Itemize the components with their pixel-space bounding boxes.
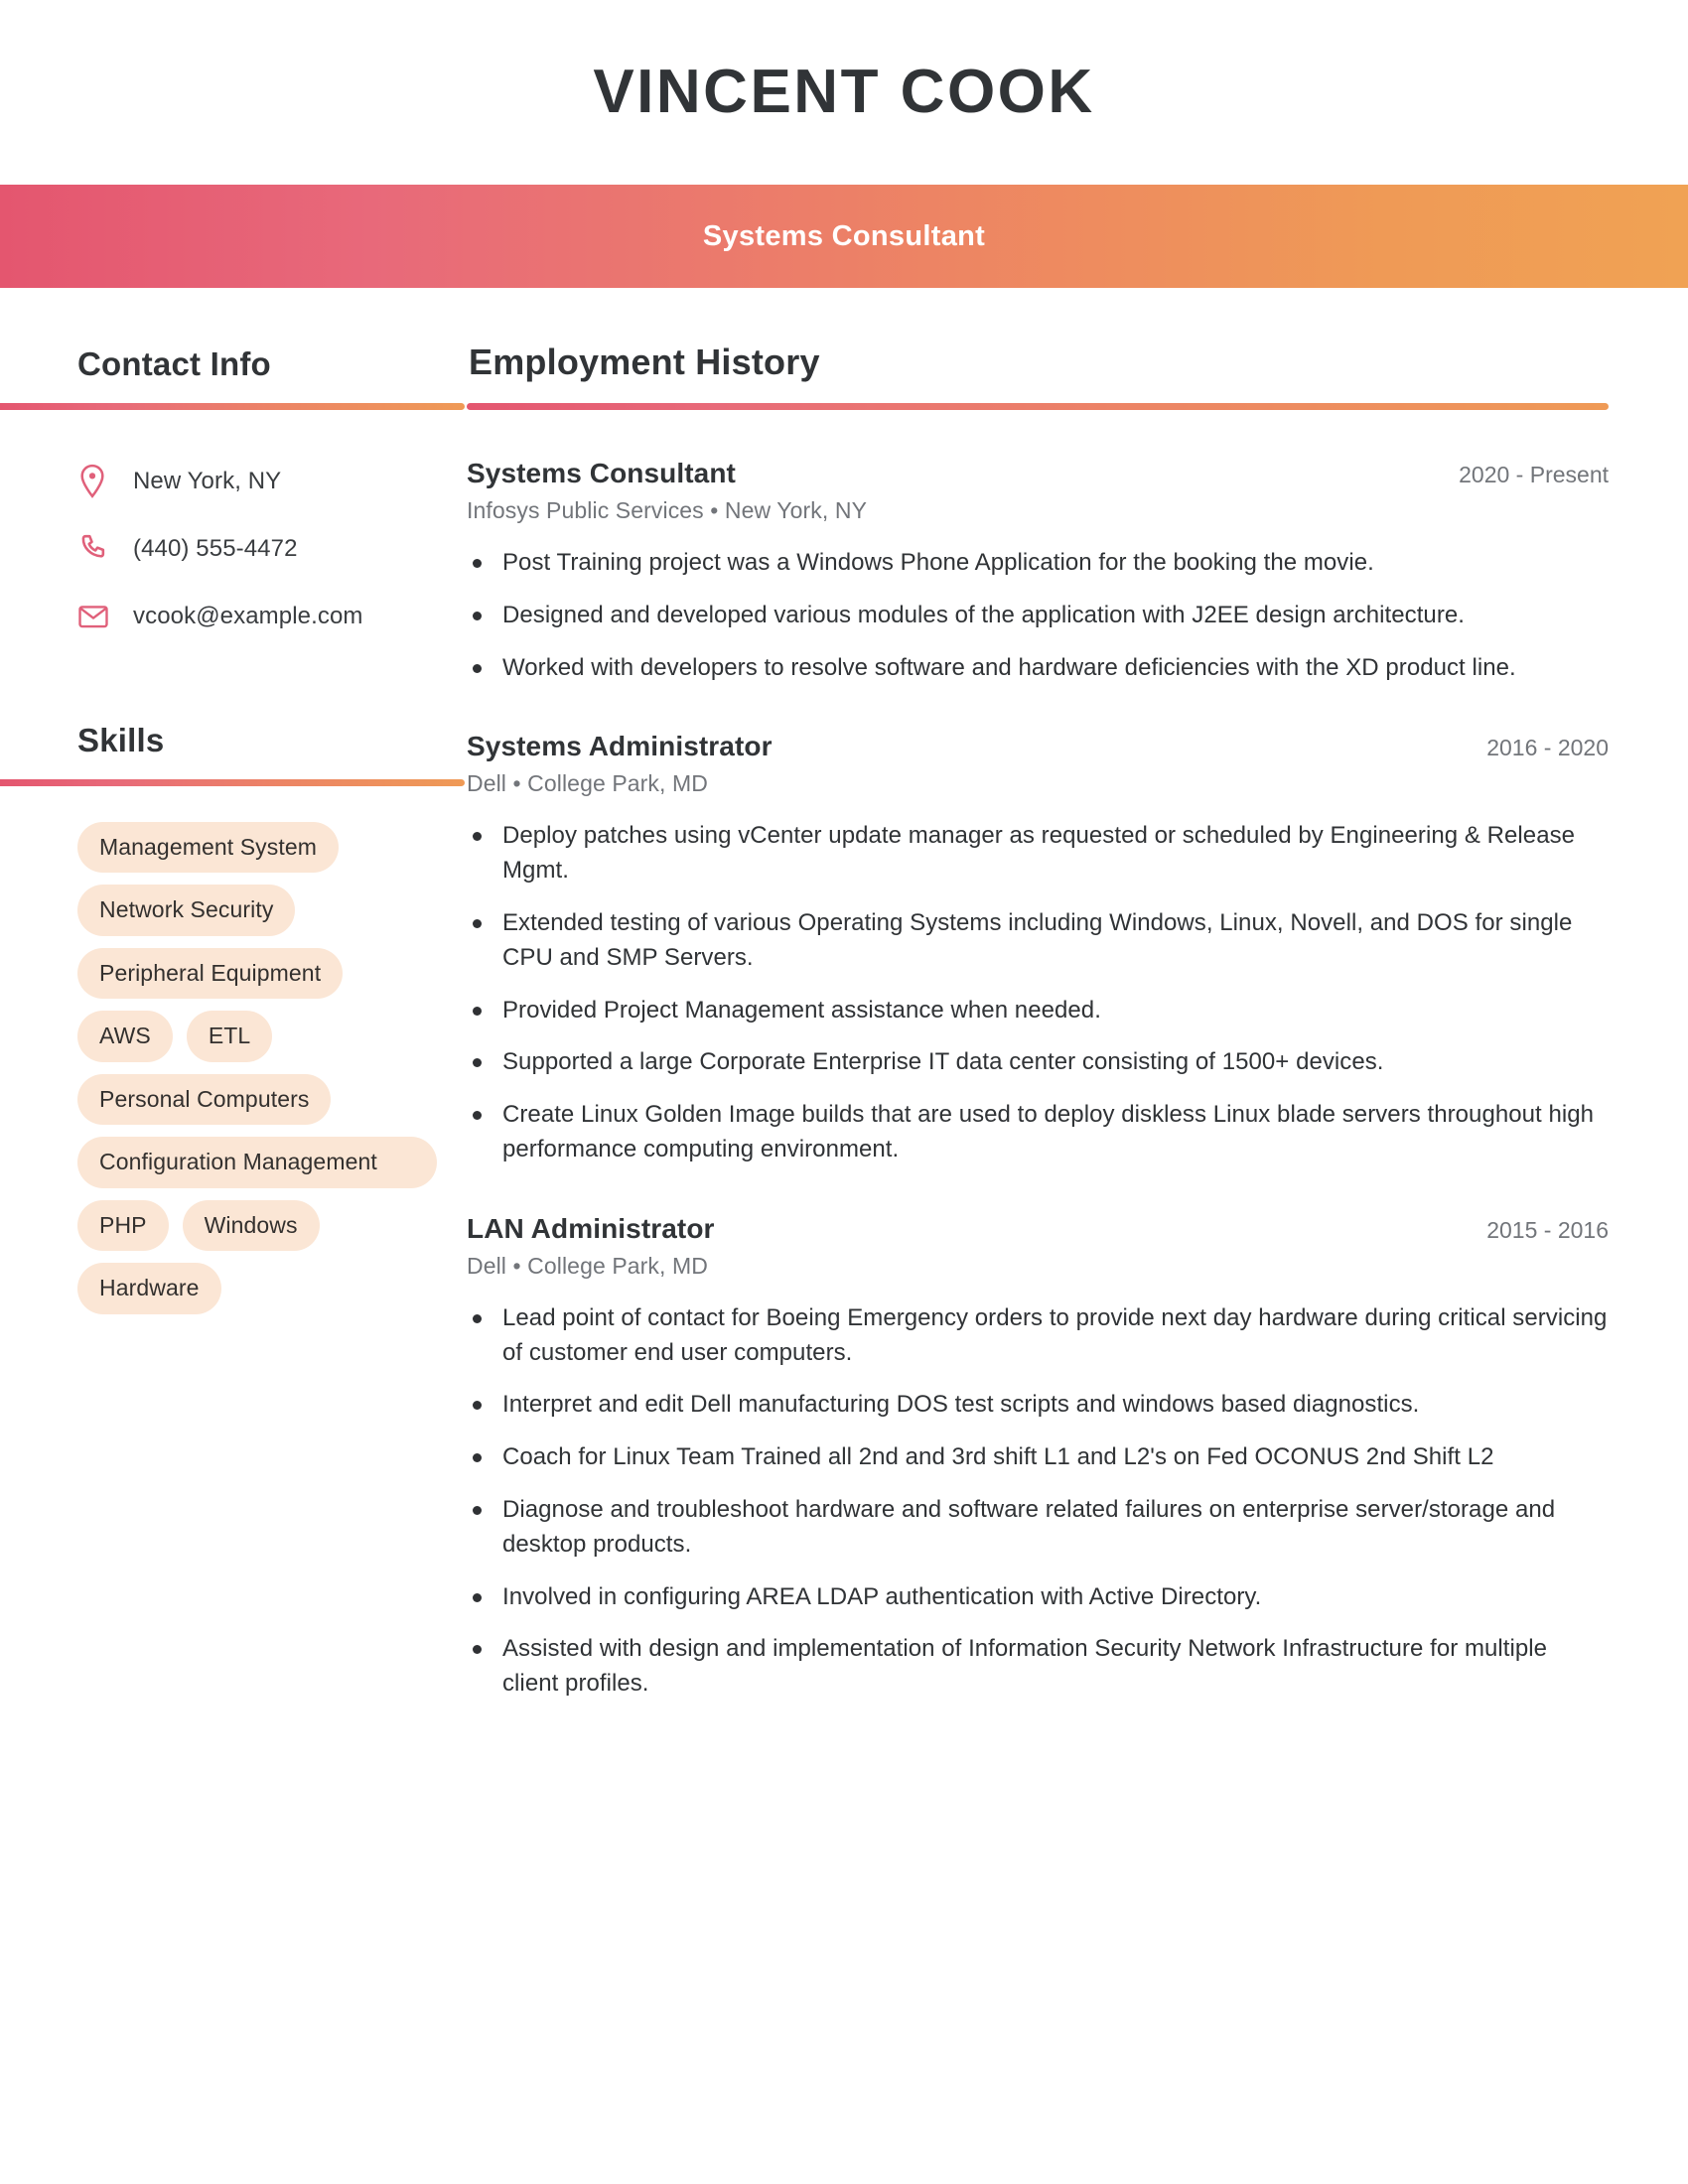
contact-item-phone: (440) 555-4472: [77, 515, 467, 583]
job-bullet: Diagnose and troubleshoot hardware and s…: [467, 1493, 1609, 1563]
job-entry: Systems Consultant 2020 - Present Infosy…: [467, 458, 1609, 685]
job-bullet: Provided Project Management assistance w…: [467, 994, 1609, 1028]
job-bullet: Create Linux Golden Image builds that ar…: [467, 1098, 1609, 1167]
skills-section: Skills Management System Network Securit…: [0, 722, 467, 1314]
job-entry: LAN Administrator 2015 - 2016 Dell • Col…: [467, 1213, 1609, 1702]
contact-phone-text: (440) 555-4472: [133, 535, 298, 562]
employment-history-section: Employment History Systems Consultant 20…: [467, 288, 1688, 1702]
location-pin-icon: [77, 464, 119, 499]
sidebar: Contact Info New York, NY (440) 555-4472…: [0, 288, 467, 1314]
job-bullet: Assisted with design and implementation …: [467, 1632, 1609, 1702]
skill-pill: Peripheral Equipment: [77, 947, 344, 1000]
job-bullet: Worked with developers to resolve softwa…: [467, 651, 1609, 686]
job-bullet: Designed and developed various modules o…: [467, 599, 1609, 633]
job-role: Systems Administrator: [467, 731, 773, 762]
skill-pill: Configuration Management: [77, 1137, 437, 1188]
contact-item-location: New York, NY: [77, 448, 467, 515]
contact-item-email: vcook@example.com: [77, 583, 467, 650]
phone-icon: [77, 533, 119, 565]
job-company-location: Infosys Public Services • New York, NY: [467, 497, 868, 523]
skills-list: Management System Network Security Perip…: [0, 822, 467, 1314]
skills-divider: [0, 779, 465, 786]
job-header: LAN Administrator 2015 - 2016: [467, 1213, 1609, 1245]
skills-heading: Skills: [77, 722, 165, 758]
job-bullet: Interpret and edit Dell manufacturing DO…: [467, 1388, 1609, 1423]
job-bullet: Post Training project was a Windows Phon…: [467, 546, 1609, 581]
job-bullet: Involved in configuring AREA LDAP authen…: [467, 1580, 1609, 1615]
job-bullet: Coach for Linux Team Trained all 2nd and…: [467, 1440, 1609, 1475]
job-entry: Systems Administrator 2016 - 2020 Dell •…: [467, 731, 1609, 1166]
envelope-icon: [77, 604, 119, 629]
skill-pill: Personal Computers: [77, 1073, 332, 1126]
skill-pill: PHP: [77, 1199, 169, 1252]
skill-pill: Hardware: [77, 1263, 221, 1314]
resume-header: VINCENT COOK: [0, 0, 1688, 185]
job-title-band: Systems Consultant: [0, 185, 1688, 288]
job-dates: 2015 - 2016: [1486, 1216, 1609, 1243]
skill-pill: ETL: [186, 1011, 273, 1062]
contact-email-text: vcook@example.com: [133, 603, 363, 629]
skill-pill: Network Security: [77, 885, 296, 936]
contact-info-divider: [0, 403, 465, 410]
job-company-location: Dell • College Park, MD: [467, 770, 708, 797]
job-bullet: Deploy patches using vCenter update mana…: [467, 819, 1609, 888]
employment-history-divider: [467, 403, 1609, 410]
job-role: LAN Administrator: [467, 1212, 715, 1244]
contact-location-text: New York, NY: [133, 468, 282, 494]
job-bullet-list: Deploy patches using vCenter update mana…: [467, 819, 1609, 1166]
job-bullet: Supported a large Corporate Enterprise I…: [467, 1045, 1609, 1080]
employment-history-heading: Employment History: [469, 341, 820, 382]
job-bullet-list: Lead point of contact for Boeing Emergen…: [467, 1301, 1609, 1702]
contact-info-heading: Contact Info: [77, 345, 271, 382]
job-company-location: Dell • College Park, MD: [467, 1252, 708, 1279]
contact-list: New York, NY (440) 555-4472 vcook@exampl…: [0, 448, 467, 650]
job-header: Systems Consultant 2020 - Present: [467, 458, 1609, 489]
job-bullet: Lead point of contact for Boeing Emergen…: [467, 1301, 1609, 1371]
job-bullet-list: Post Training project was a Windows Phon…: [467, 546, 1609, 685]
skill-pill: Windows: [182, 1199, 320, 1252]
skill-pill: Management System: [77, 822, 340, 874]
resume-body: Contact Info New York, NY (440) 555-4472…: [0, 288, 1688, 1702]
job-header: Systems Administrator 2016 - 2020: [467, 731, 1609, 762]
contact-info-section: Contact Info New York, NY (440) 555-4472…: [0, 345, 467, 650]
job-role: Systems Consultant: [467, 458, 736, 488]
job-dates: 2016 - 2020: [1486, 735, 1609, 761]
skill-pill: AWS: [77, 1011, 173, 1062]
job-title: Systems Consultant: [702, 219, 986, 252]
job-dates: 2020 - Present: [1459, 462, 1609, 487]
job-bullet: Extended testing of various Operating Sy…: [467, 906, 1609, 976]
page-title: VINCENT COOK: [593, 58, 1095, 126]
